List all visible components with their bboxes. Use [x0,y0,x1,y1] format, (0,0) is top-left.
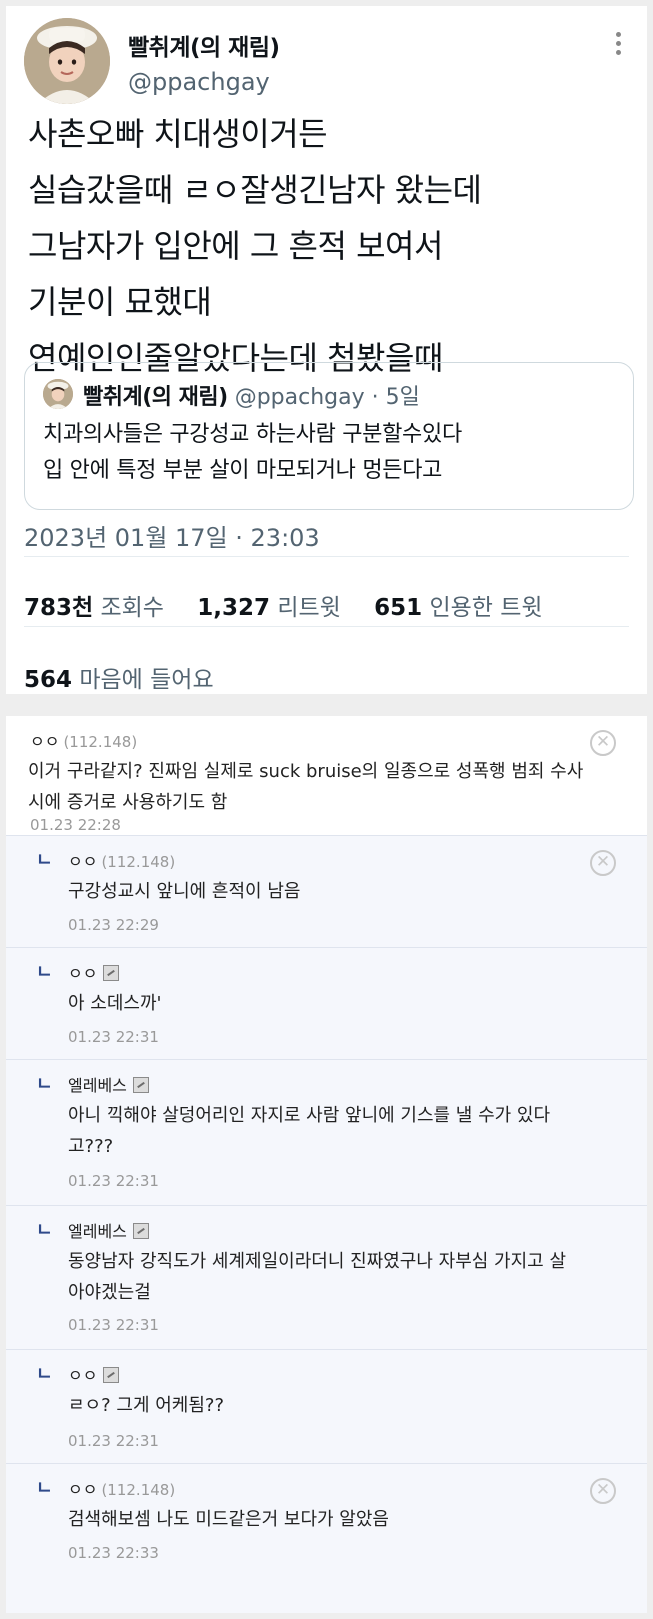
comment-nick[interactable]: ㅇㅇ [30,732,59,751]
comment-text: ㄹㅇ? 그게 어케됨?? [68,1390,224,1421]
comment-text-line: 아야겠는걸 [68,1282,151,1303]
author-handle[interactable]: @ppachgay [128,68,270,96]
comment-nick[interactable]: ㅇㅇ [68,964,97,983]
fixed-nick-badge-icon [132,1077,149,1093]
delete-icon[interactable]: ✕ [590,850,616,876]
comment-author: ㅇㅇ [68,960,120,984]
tweet-text-line: 그남자가 입안에 그 흔적 보여서 [28,227,443,265]
reply-item: ㄴ ㅇㅇ 아 소데스까' 01.23 22:31 [6,948,647,1060]
retweets-count[interactable]: 1,327 [197,595,270,621]
more-options-icon[interactable] [610,32,626,62]
quoted-text: 치과의사들은 구강성교 하는사람 구분할수있다 입 안에 특정 부분 살이 마모… [43,417,623,489]
quoted-text-line: 치과의사들은 구강성교 하는사람 구분할수있다 [43,422,462,447]
reply-indicator: ㄴ [36,850,53,871]
comment-author: ㅇㅇ (112.148) [30,728,137,752]
views-count: 783천 [24,595,94,621]
profile-photo-icon [43,379,73,409]
comment-text: 이거 구라같지? 진짜임 실제로 suck bruise의 일종으로 성폭행 범… [28,756,583,818]
reply-item: ㄴ ㅇㅇ (112.148) ✕ 검색해보셈 나도 미드같은거 보다가 알았음 0… [6,1464,647,1613]
comment-text-line: 아 소데스까' [68,993,162,1014]
tweet-text-line: 실습갔을때 ㄹㅇ잘생긴남자 왔는데 [28,171,482,209]
tweet-text-line: 사촌오빠 치대생이거든 [28,115,328,153]
tweet-timestamp[interactable]: 2023년 01월 17일 · 23:03 [24,518,320,553]
comment-text: 검색해보셈 나도 미드같은거 보다가 알았음 [68,1504,389,1535]
comment-text-line: 고??? [68,1136,114,1157]
comment-nick[interactable]: ㅇㅇ [68,1366,97,1385]
comment-text-line: 검색해보셈 나도 미드같은거 보다가 알았음 [68,1509,389,1530]
comment-text-line: ㄹㅇ? 그게 어케됨?? [68,1395,225,1416]
comment-date: 01.23 22:31 [68,1432,159,1450]
fixed-nick-badge-icon [103,1367,120,1383]
comment-nick[interactable]: ㅇㅇ [68,1480,97,1499]
views-label: 조회수 [100,595,164,621]
quoted-author-avatar [43,379,73,409]
comment-date: 01.23 22:31 [68,1028,159,1046]
comment-nick[interactable]: ㅇㅇ [68,852,97,871]
comment-date: 01.23 22:31 [68,1316,159,1334]
quoted-author-name: 빨취계(의 재림) [83,385,228,410]
comment-date: 01.23 22:33 [68,1544,159,1562]
comment-text: 아니 끽해야 살덩어리인 자지로 사람 앞니에 기스를 낼 수가 있다 고??? [68,1100,550,1162]
comment-text-line: 이거 구라같지? 진짜임 실제로 suck bruise의 일종으로 성폭행 범… [28,761,584,782]
delete-icon[interactable]: ✕ [590,730,616,756]
comment-item: ㅇㅇ (112.148) ✕ 이거 구라같지? 진짜임 실제로 suck brui… [6,716,647,836]
comment-text-line: 아니 끽해야 살덩어리인 자지로 사람 앞니에 기스를 낼 수가 있다 [68,1105,551,1126]
reply-indicator: ㄴ [36,1074,53,1095]
tweet-text: 사촌오빠 치대생이거든 실습갔을때 ㄹㅇ잘생긴남자 왔는데 그남자가 입안에 그… [28,106,628,386]
reply-item: ㄴ 엘레베스 동양남자 강직도가 세계제일이라더니 진짜였구나 자부심 가지고 … [6,1206,647,1350]
author-avatar[interactable] [24,18,110,104]
comment-nick[interactable]: 엘레베스 [68,1076,127,1095]
comment-text: 구강성교시 앞니에 흔적이 남음 [68,876,300,907]
comment-author: ㅇㅇ (112.148) [68,1476,175,1500]
quoted-tweet[interactable]: 빨취계(의 재림) @ppachgay · 5일 치과의사들은 구강성교 하는사… [24,362,634,510]
tweet-stats: 783천 조회수 1,327 리트윗 651 인용한 트윗 [24,588,569,622]
quoted-text-line: 입 안에 특정 부분 살이 마모되거나 멍든다고 [43,458,443,483]
comment-nick[interactable]: 엘레베스 [68,1222,127,1241]
quotes-count[interactable]: 651 [374,595,422,621]
reply-indicator: ㄴ [36,962,53,983]
likes-count: 564 [24,667,73,693]
reply-item: ㄴ ㅇㅇ (112.148) ✕ 구강성교시 앞니에 흔적이 남음 01.23 2… [6,836,647,948]
fixed-nick-badge-icon [103,965,120,981]
reply-indicator: ㄴ [36,1478,53,1499]
comment-author: 엘레베스 [68,1218,149,1242]
reply-item: ㄴ ㅇㅇ ㄹㅇ? 그게 어케됨?? 01.23 22:31 [6,1350,647,1464]
reply-indicator: ㄴ [36,1220,53,1241]
comment-author: ㅇㅇ [68,1362,120,1386]
likes-stat[interactable]: 564 마음에 들어요 [24,660,214,694]
likes-label: 마음에 들어요 [79,667,214,693]
comment-date: 01.23 22:29 [68,916,159,934]
delete-icon[interactable]: ✕ [590,1478,616,1504]
comment-ip: (112.148) [63,733,138,751]
comment-date: 01.23 22:28 [30,816,121,834]
divider [24,556,629,557]
comment-list: ㅇㅇ (112.148) ✕ 이거 구라같지? 진짜임 실제로 suck brui… [6,716,647,1613]
author-name[interactable]: 빨취계(의 재림) [128,28,280,62]
retweets-label[interactable]: 리트윗 [277,595,340,621]
comment-author: ㅇㅇ (112.148) [68,848,175,872]
fixed-nick-badge-icon [132,1223,149,1239]
comment-ip: (112.148) [101,853,176,871]
tweet-card: 빨취계(의 재림) @ppachgay 사촌오빠 치대생이거든 실습갔을때 ㄹㅇ… [6,6,647,694]
divider [24,626,629,627]
comment-text: 동양남자 강직도가 세계제일이라더니 진짜였구나 자부심 가지고 살 아야겠는걸 [68,1246,566,1308]
reply-indicator: ㄴ [36,1364,53,1385]
comment-text-line: 동양남자 강직도가 세계제일이라더니 진짜였구나 자부심 가지고 살 [68,1251,567,1272]
tweet-text-line: 기분이 묘했대 [28,283,212,321]
comment-ip: (112.148) [101,1481,176,1499]
quoted-meta: @ppachgay · 5일 [234,385,420,410]
comment-text-line: 시에 증거로 사용하기도 함 [28,792,228,813]
comment-author: 엘레베스 [68,1072,149,1096]
comment-text-line: 구강성교시 앞니에 흔적이 남음 [68,881,301,902]
comment-text: 아 소데스까' [68,988,161,1019]
quoted-header: 빨취계(의 재림) @ppachgay · 5일 [83,379,420,411]
reply-item: ㄴ 엘레베스 아니 끽해야 살덩어리인 자지로 사람 앞니에 기스를 낼 수가 … [6,1060,647,1206]
comment-date: 01.23 22:31 [68,1172,159,1190]
quotes-label[interactable]: 인용한 트윗 [429,595,542,621]
profile-photo-icon [24,18,110,104]
